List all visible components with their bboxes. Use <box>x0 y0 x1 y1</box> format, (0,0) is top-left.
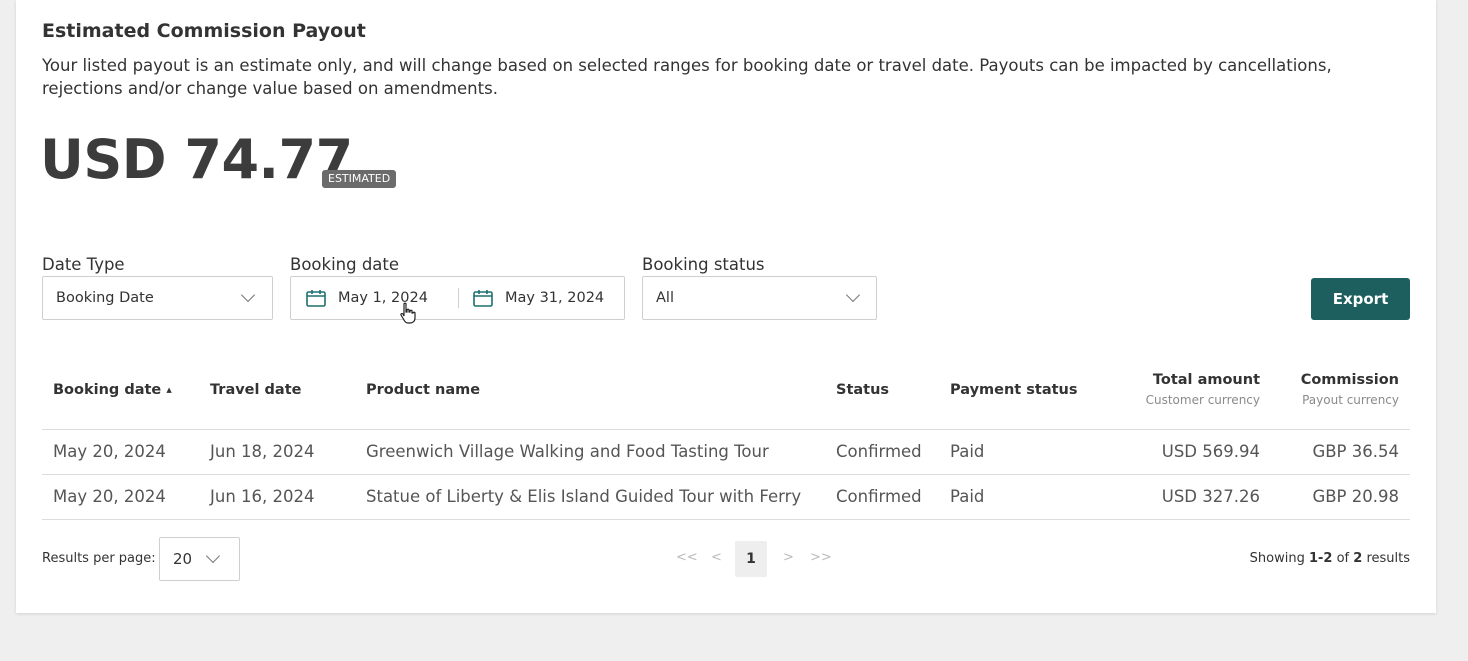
date-type-label: Date Type <box>42 255 125 274</box>
cell-payment-status: Paid <box>950 442 985 461</box>
calendar-icon <box>306 290 326 307</box>
results-summary: Showing 1-2 of 2 results <box>1110 551 1410 566</box>
table-divider <box>42 519 1410 520</box>
next-page-icon[interactable]: > <box>783 550 794 565</box>
header-commission-sub: Payout currency <box>1302 393 1399 407</box>
booking-status-value: All <box>656 290 674 306</box>
showing-range: 1-2 <box>1308 551 1333 566</box>
header-commission-label: Commission <box>1300 372 1399 388</box>
showing-suffix: results <box>1362 551 1410 566</box>
date-type-value: Booking Date <box>56 290 154 306</box>
header-booking-date-label: Booking date <box>53 382 162 398</box>
end-date-input[interactable]: May 31, 2024 <box>505 290 604 306</box>
booking-status-select[interactable]: All <box>642 276 877 320</box>
cell-product-name[interactable]: Statue of Liberty & Elis Island Guided T… <box>366 487 801 506</box>
date-type-select[interactable]: Booking Date <box>42 276 273 320</box>
table-divider <box>42 429 1410 430</box>
showing-total: 2 <box>1353 551 1363 566</box>
page-title: Estimated Commission Payout <box>42 20 366 42</box>
cell-travel-date: Jun 16, 2024 <box>210 487 315 506</box>
header-status[interactable]: Status <box>836 382 889 398</box>
export-button[interactable]: Export <box>1311 278 1410 320</box>
estimated-badge: ESTIMATED <box>322 170 397 188</box>
sort-ascending-icon: ▲ <box>166 386 172 394</box>
cell-payment-status: Paid <box>950 487 985 506</box>
results-per-page-label: Results per page: <box>42 551 156 566</box>
cell-booking-date: May 20, 2024 <box>53 442 166 461</box>
chevron-down-icon <box>205 548 221 564</box>
header-commission[interactable]: Commission Payout currency <box>1199 372 1399 407</box>
calendar-icon <box>473 290 493 307</box>
header-payment-status[interactable]: Payment status <box>950 382 1078 398</box>
cell-status: Confirmed <box>836 442 922 461</box>
commission-payout-card: Estimated Commission Payout Your listed … <box>16 0 1436 613</box>
results-per-page-value: 20 <box>173 550 193 568</box>
page-1-button[interactable]: 1 <box>735 541 767 577</box>
prev-page-icon[interactable]: < <box>711 550 722 565</box>
first-page-icon[interactable]: << <box>676 550 698 565</box>
payout-amount: USD 74.77 <box>40 128 353 191</box>
hand-cursor-icon <box>400 302 416 324</box>
showing-prefix: Showing <box>1249 551 1309 566</box>
booking-date-label: Booking date <box>290 255 400 274</box>
table-divider <box>42 474 1410 475</box>
results-per-page-select[interactable]: 20 <box>159 537 240 581</box>
date-separator <box>458 288 459 308</box>
chevron-down-icon <box>845 287 861 303</box>
last-page-icon[interactable]: >> <box>810 550 832 565</box>
payout-description: Your listed payout is an estimate only, … <box>42 56 1332 98</box>
cell-booking-date: May 20, 2024 <box>53 487 166 506</box>
cell-status: Confirmed <box>836 487 922 506</box>
header-product-name[interactable]: Product name <box>366 382 480 398</box>
booking-date-range[interactable]: May 1, 2024 May 31, 2024 <box>290 276 625 320</box>
cell-commission: GBP 36.54 <box>1312 442 1399 461</box>
cell-commission: GBP 20.98 <box>1312 487 1399 506</box>
chevron-down-icon <box>240 287 256 303</box>
cell-travel-date: Jun 18, 2024 <box>210 442 315 461</box>
cell-product-name[interactable]: Greenwich Village Walking and Food Tasti… <box>366 442 769 461</box>
header-travel-date[interactable]: Travel date <box>210 382 301 398</box>
header-booking-date[interactable]: Booking date ▲ <box>53 382 172 398</box>
showing-of: of <box>1332 551 1354 566</box>
booking-status-label: Booking status <box>642 255 765 274</box>
